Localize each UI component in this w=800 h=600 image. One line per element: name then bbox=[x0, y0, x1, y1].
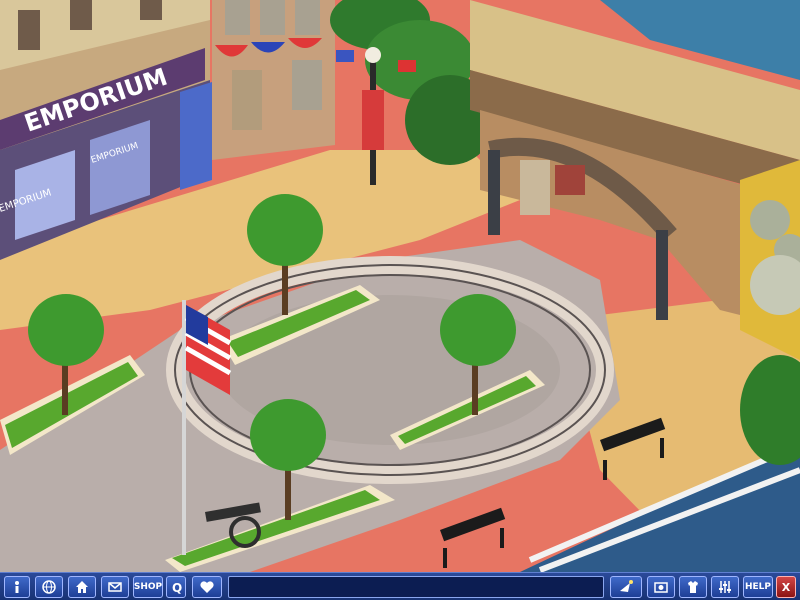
wardrobe-button[interactable] bbox=[679, 576, 707, 598]
bottom-toolbar: SHOP Q HELP X bbox=[0, 572, 800, 600]
heart-icon bbox=[200, 581, 214, 593]
mail-button[interactable] bbox=[101, 576, 129, 598]
shirt-icon bbox=[688, 581, 698, 593]
shop-label: SHOP bbox=[133, 582, 163, 592]
question-button[interactable]: Q bbox=[166, 576, 186, 598]
mickey-topiary bbox=[740, 160, 800, 360]
townhouse[interactable] bbox=[212, 0, 335, 160]
svg-text:Q: Q bbox=[172, 581, 182, 595]
help-button[interactable]: HELP bbox=[743, 576, 773, 598]
close-button[interactable]: X bbox=[776, 576, 796, 598]
globe-button[interactable] bbox=[35, 576, 63, 598]
close-label: X bbox=[781, 580, 791, 594]
photo-button[interactable] bbox=[647, 576, 675, 598]
info-button[interactable] bbox=[4, 576, 30, 598]
heart-button[interactable] bbox=[192, 576, 222, 598]
photo-icon bbox=[654, 582, 668, 593]
globe-icon bbox=[42, 580, 56, 594]
question-icon: Q bbox=[172, 581, 182, 595]
game-scene[interactable]: EMPORIUM EMPORIUM EMPORIUM bbox=[0, 0, 800, 572]
info-icon bbox=[15, 581, 19, 593]
mail-icon bbox=[108, 582, 122, 592]
house-icon bbox=[76, 581, 88, 593]
help-label: HELP bbox=[744, 582, 771, 592]
settings-button[interactable] bbox=[711, 576, 739, 598]
shop-button[interactable]: SHOP bbox=[133, 576, 163, 598]
send-icon bbox=[620, 580, 633, 592]
chat-input[interactable] bbox=[228, 576, 604, 598]
sliders-icon bbox=[719, 581, 731, 593]
house-button[interactable] bbox=[68, 576, 96, 598]
send-button[interactable] bbox=[610, 576, 642, 598]
